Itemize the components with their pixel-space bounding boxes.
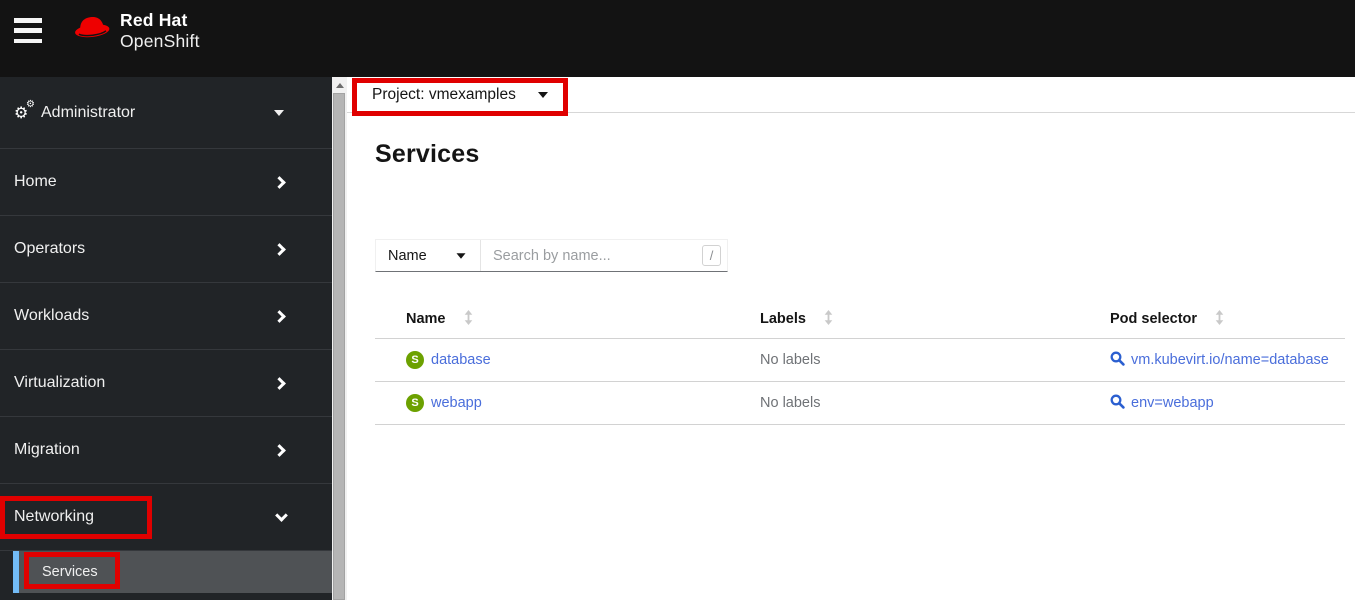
column-header-labels[interactable]: Labels — [744, 309, 1094, 329]
pod-selector-cell: vm.kubevirt.io/name=database — [1094, 351, 1345, 370]
brand-text: Red Hat OpenShift — [120, 10, 200, 51]
masthead: Red Hat OpenShift — [0, 0, 1355, 77]
name-cell: S webapp — [375, 394, 744, 412]
chevron-right-icon — [273, 376, 286, 390]
menu-icon[interactable] — [14, 17, 42, 44]
triangle-up-icon — [335, 82, 344, 88]
chevron-right-icon — [273, 309, 286, 323]
perspective-label: Administrator — [41, 103, 136, 121]
service-link[interactable]: database — [431, 352, 491, 368]
table-header-row: Name Labels Pod selector — [375, 300, 1345, 339]
pod-selector-link[interactable]: vm.kubevirt.io/name=database — [1131, 352, 1329, 368]
sidebar-item-networking[interactable]: Networking — [0, 484, 332, 551]
search-input[interactable] — [481, 240, 727, 271]
sidebar-item-label: Migration — [14, 441, 80, 458]
sidebar-scrollbar[interactable] — [332, 77, 347, 600]
sidebar-item-migration[interactable]: Migration — [0, 417, 332, 484]
caret-down-icon — [456, 252, 466, 259]
brand-line2: OpenShift — [120, 30, 200, 51]
pod-selector-link[interactable]: env=webapp — [1131, 395, 1214, 411]
filter-type-dropdown[interactable]: Name — [376, 240, 481, 271]
sort-icon[interactable] — [463, 309, 474, 329]
sort-icon[interactable] — [823, 309, 834, 329]
labels-cell: No labels — [760, 395, 821, 411]
project-selector-label: Project: vmexamples — [372, 85, 516, 103]
sidebar-subitem-services[interactable]: Services — [13, 551, 332, 593]
table-row: S database No labels vm.kubevirt.io/name… — [375, 339, 1345, 382]
filter-toolbar: Name / — [375, 239, 728, 272]
service-link[interactable]: webapp — [431, 395, 482, 411]
service-badge: S — [406, 394, 424, 412]
chevron-right-icon — [273, 175, 286, 189]
name-cell: S database — [375, 351, 744, 369]
pod-selector-cell: env=webapp — [1094, 394, 1345, 413]
sidebar-item-home[interactable]: Home — [0, 149, 332, 216]
redhat-hat-icon — [72, 13, 112, 48]
sidebar-item-label: Operators — [14, 240, 86, 257]
search-box: / — [481, 240, 727, 271]
search-icon — [1110, 394, 1125, 413]
search-icon — [1110, 351, 1125, 370]
sidebar-subitem-label: Services — [42, 564, 98, 580]
sidebar-item-workloads[interactable]: Workloads — [0, 283, 332, 350]
sidebar-item-label: Virtualization — [14, 374, 106, 391]
slash-shortcut-hint: / — [702, 245, 721, 266]
project-selector[interactable]: Project: vmexamples — [372, 86, 548, 104]
chevron-right-icon — [273, 443, 286, 457]
column-header-pod-selector[interactable]: Pod selector — [1094, 309, 1345, 329]
brand-logo[interactable]: Red Hat OpenShift — [72, 10, 200, 51]
table-row: S webapp No labels env=webapp — [375, 382, 1345, 425]
caret-down-icon — [537, 91, 548, 98]
perspective-switcher[interactable]: ⚙ ⚙ Administrator — [0, 77, 332, 149]
chevron-right-icon — [273, 242, 286, 256]
sidebar-item-label: Workloads — [14, 307, 90, 324]
column-header-name[interactable]: Name — [375, 309, 744, 329]
sort-icon[interactable] — [1214, 309, 1225, 329]
filter-type-label: Name — [388, 247, 427, 264]
sidebar-item-virtualization[interactable]: Virtualization — [0, 350, 332, 417]
sidebar-item-label: Home — [14, 173, 57, 190]
page-title: Services — [375, 140, 480, 168]
scrollbar-up-button[interactable] — [332, 77, 347, 93]
chevron-down-icon — [275, 508, 288, 522]
sidebar-item-label: Networking — [14, 508, 95, 525]
sidebar-item-operators[interactable]: Operators — [0, 216, 332, 283]
main-content: Project: vmexamples Services Name / Name… — [347, 77, 1355, 600]
cogs-icon: ⚙ ⚙ — [14, 99, 35, 122]
scrollbar-thumb[interactable] — [333, 93, 345, 600]
sidebar-nav: ⚙ ⚙ Administrator Home Operators Workload… — [0, 77, 332, 600]
service-badge: S — [406, 351, 424, 369]
project-bar: Project: vmexamples — [347, 77, 1355, 113]
labels-cell: No labels — [760, 352, 821, 368]
brand-line1: Red Hat — [120, 10, 188, 30]
caret-down-icon — [274, 109, 284, 116]
services-table: Name Labels Pod selector S database No l… — [375, 300, 1345, 425]
